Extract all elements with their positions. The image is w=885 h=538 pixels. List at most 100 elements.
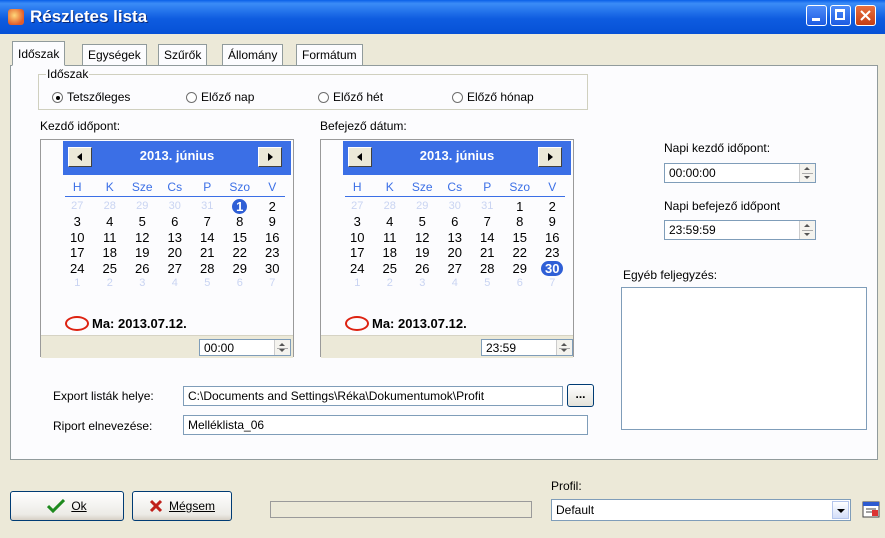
calendar-day[interactable]: 9 [536,214,569,230]
calendar-day[interactable]: 25 [374,261,407,277]
calendar-day[interactable]: 2 [94,276,127,292]
today-link[interactable]: Ma: 2013.07.12. [65,316,187,331]
tab-formatum[interactable]: Formátum [296,44,363,65]
calendar-day[interactable]: 7 [471,214,504,230]
end-time-input[interactable]: 23:59 [481,339,573,356]
calendar-day[interactable]: 25 [94,261,127,277]
calendar-day[interactable]: 4 [374,214,407,230]
calendar-day[interactable]: 4 [159,276,192,292]
tab-egysegek[interactable]: Egységek [82,44,147,65]
calendar-day[interactable]: 8 [224,214,257,230]
close-button[interactable] [855,5,876,26]
calendar-day[interactable]: 1 [341,276,374,292]
calendar-day[interactable]: 12 [406,230,439,246]
calendar-day[interactable]: 11 [374,230,407,246]
calendar-day[interactable]: 24 [341,261,374,277]
calendar-day[interactable]: 9 [256,214,289,230]
tab-szurok[interactable]: Szűrők [158,44,208,65]
calendar-day[interactable]: 20 [159,245,192,261]
spinner-icon[interactable] [799,221,815,239]
daily-end-input[interactable]: 23:59:59 [664,220,816,240]
calendar-day[interactable]: 30 [159,199,192,215]
calendar-day[interactable]: 2 [256,199,289,215]
calendar-day[interactable]: 5 [406,214,439,230]
calendar-day[interactable]: 31 [191,199,224,215]
spinner-icon[interactable] [799,164,815,182]
calendar-day[interactable]: 6 [159,214,192,230]
notes-textarea[interactable] [621,287,867,430]
calendar-day[interactable]: 27 [341,199,374,215]
calendar-day[interactable]: 13 [439,230,472,246]
minimize-button[interactable] [806,5,827,26]
calendar-day[interactable]: 14 [191,230,224,246]
calendar-day[interactable]: 20 [439,245,472,261]
spinner-icon[interactable] [556,340,572,355]
calendar-day[interactable]: 27 [159,261,192,277]
calendar-day[interactable]: 10 [61,230,94,246]
calendar-day[interactable]: 30 [439,199,472,215]
calendar-day[interactable]: 13 [159,230,192,246]
calendar-day[interactable]: 7 [256,276,289,292]
today-link[interactable]: Ma: 2013.07.12. [345,316,467,331]
calendar-day[interactable]: 16 [536,230,569,246]
calendar-day[interactable]: 1 [61,276,94,292]
next-month-button[interactable] [258,147,282,167]
calendar-day[interactable]: 31 [471,199,504,215]
calendar-day-selected[interactable]: 30 [536,260,569,277]
calendar-day[interactable]: 21 [471,245,504,261]
calendar-day[interactable]: 3 [406,276,439,292]
calendar-day[interactable]: 6 [504,276,537,292]
start-time-input[interactable]: 00:00 [199,339,291,356]
next-month-button[interactable] [538,147,562,167]
calendar-day[interactable]: 28 [374,199,407,215]
calendar-day[interactable]: 23 [536,245,569,261]
calendar-day[interactable]: 30 [256,261,289,277]
calendar-day[interactable]: 5 [471,276,504,292]
calendar-day[interactable]: 29 [504,261,537,277]
calendar-day[interactable]: 2 [536,199,569,215]
radio-elozo-honap[interactable]: Előző hónap [452,90,534,104]
calendar-day[interactable]: 15 [224,230,257,246]
calendar-day[interactable]: 6 [224,276,257,292]
calendar-day[interactable]: 27 [439,261,472,277]
profile-select[interactable]: Default [551,499,851,521]
daily-start-input[interactable]: 00:00:00 [664,163,816,183]
prev-month-button[interactable] [68,147,92,167]
calendar-day[interactable]: 10 [341,230,374,246]
radio-elozo-het[interactable]: Előző hét [318,90,383,104]
calendar-day[interactable]: 29 [126,199,159,215]
calendar-day[interactable]: 7 [536,276,569,292]
calendar-day[interactable]: 23 [256,245,289,261]
report-name-input[interactable]: Melléklista_06 [183,415,588,435]
calendar-day[interactable]: 3 [61,214,94,230]
end-calendar[interactable]: 2013. június H K Sze Cs P Szo V 27 28 29 30 31 1 2 3 4 5… [320,139,574,358]
calendar-day[interactable]: 1 [504,199,537,215]
calendar-day[interactable]: 22 [504,245,537,261]
calendar-day[interactable]: 5 [191,276,224,292]
radio-tetszoleges[interactable]: Tetszőleges [52,90,130,104]
calendar-day[interactable]: 16 [256,230,289,246]
prev-month-button[interactable] [348,147,372,167]
start-calendar[interactable]: 2013. június H K Sze Cs P Szo V 27 28 29 30 31 1 2 3 4 5… [40,139,294,358]
calendar-day[interactable]: 11 [94,230,127,246]
calendar-day[interactable]: 29 [224,261,257,277]
calendar-day[interactable]: 17 [341,245,374,261]
chevron-down-icon[interactable] [832,501,849,519]
calendar-day[interactable]: 28 [191,261,224,277]
calendar-day[interactable]: 19 [126,245,159,261]
radio-elozo-nap[interactable]: Előző nap [186,90,254,104]
calendar-day[interactable]: 28 [94,199,127,215]
tab-idoszak[interactable]: Időszak [12,41,66,66]
calendar-day[interactable]: 4 [439,276,472,292]
calendar-day[interactable]: 29 [406,199,439,215]
calendar-day[interactable]: 5 [126,214,159,230]
export-path-input[interactable]: C:\Documents and Settings\Réka\Dokumentu… [183,386,563,406]
calendar-day[interactable]: 24 [61,261,94,277]
calendar-day[interactable]: 17 [61,245,94,261]
calendar-day-selected[interactable]: 1 [224,198,257,215]
calendar-day[interactable]: 2 [374,276,407,292]
browse-button[interactable]: ... [567,384,594,407]
calendar-day[interactable]: 26 [406,261,439,277]
maximize-button[interactable] [830,5,851,26]
calendar-day[interactable]: 14 [471,230,504,246]
